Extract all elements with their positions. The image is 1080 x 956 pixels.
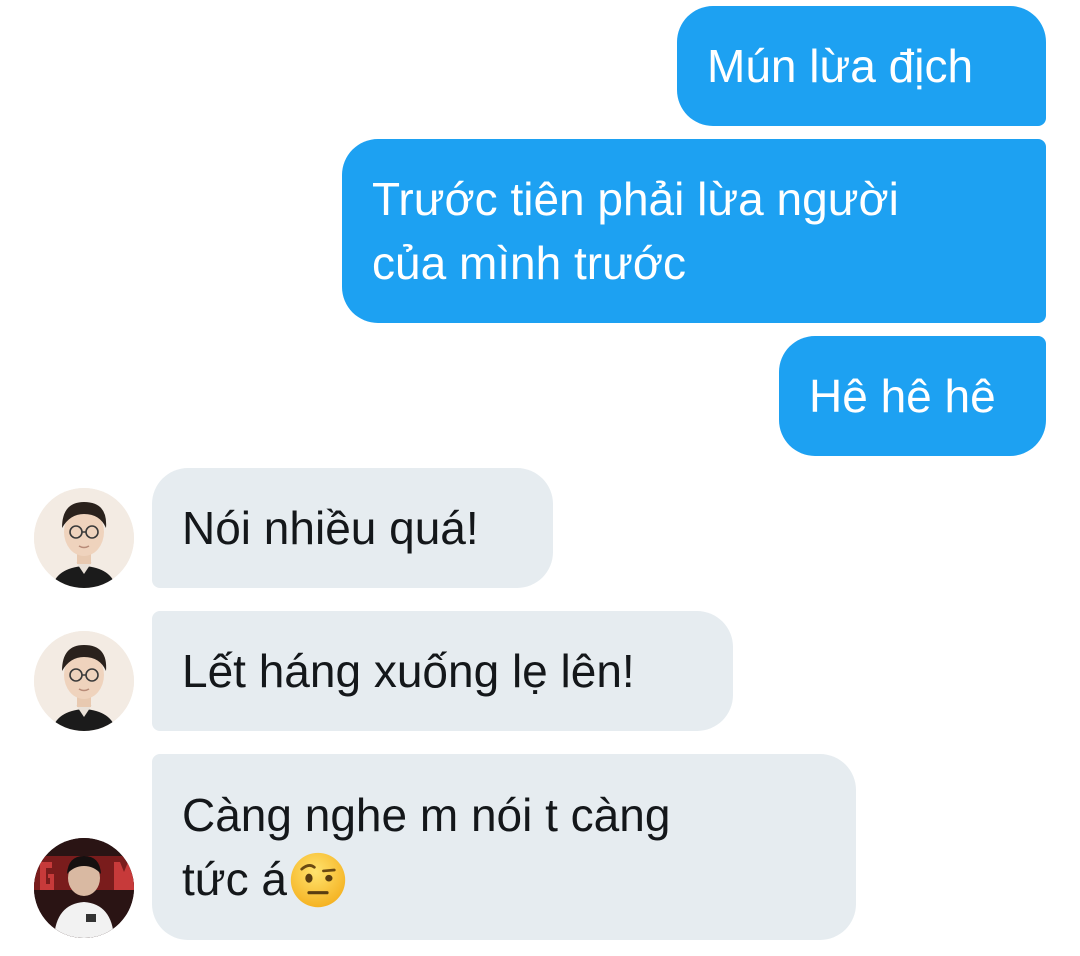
user-avatar-glasses-photo-icon	[34, 488, 134, 588]
outgoing-message-bubble[interactable]: Mún lừa địch	[677, 6, 1046, 126]
outgoing-message-bubble[interactable]: Trước tiên phải lừa người của mình trước	[342, 139, 1046, 323]
message-thread: Mún lừa địch Trước tiên phải lừa người c…	[0, 0, 1080, 956]
user-avatar[interactable]	[34, 838, 134, 938]
message-text: Nói nhiều quá!	[182, 502, 479, 554]
incoming-message-bubble[interactable]: Nói nhiều quá!	[152, 468, 553, 588]
face-with-raised-eyebrow-emoji-icon	[289, 851, 347, 909]
message-text: Hê hê hê	[809, 370, 996, 422]
message-text-line-with-emoji: tức á	[182, 847, 670, 911]
message-text: Mún lừa địch	[707, 40, 974, 92]
incoming-message-bubble[interactable]: Càng nghe m nói t càng tức á	[152, 754, 856, 940]
user-avatar[interactable]	[34, 488, 134, 588]
user-avatar-glasses-photo-icon	[34, 631, 134, 731]
message-text: Lết háng xuống lẹ lên!	[182, 645, 635, 697]
message-text-line: Càng nghe m nói t càng	[182, 789, 671, 841]
message-text-line: Trước tiên phải lừa người	[372, 173, 899, 225]
message-text-line: của mình trước	[372, 237, 687, 289]
incoming-message-bubble[interactable]: Lết háng xuống lẹ lên!	[152, 611, 733, 731]
user-avatar-team-jersey-photo-icon	[34, 838, 134, 938]
user-avatar[interactable]	[34, 631, 134, 731]
outgoing-message-bubble[interactable]: Hê hê hê	[779, 336, 1046, 456]
message-text: tức á	[182, 853, 287, 905]
